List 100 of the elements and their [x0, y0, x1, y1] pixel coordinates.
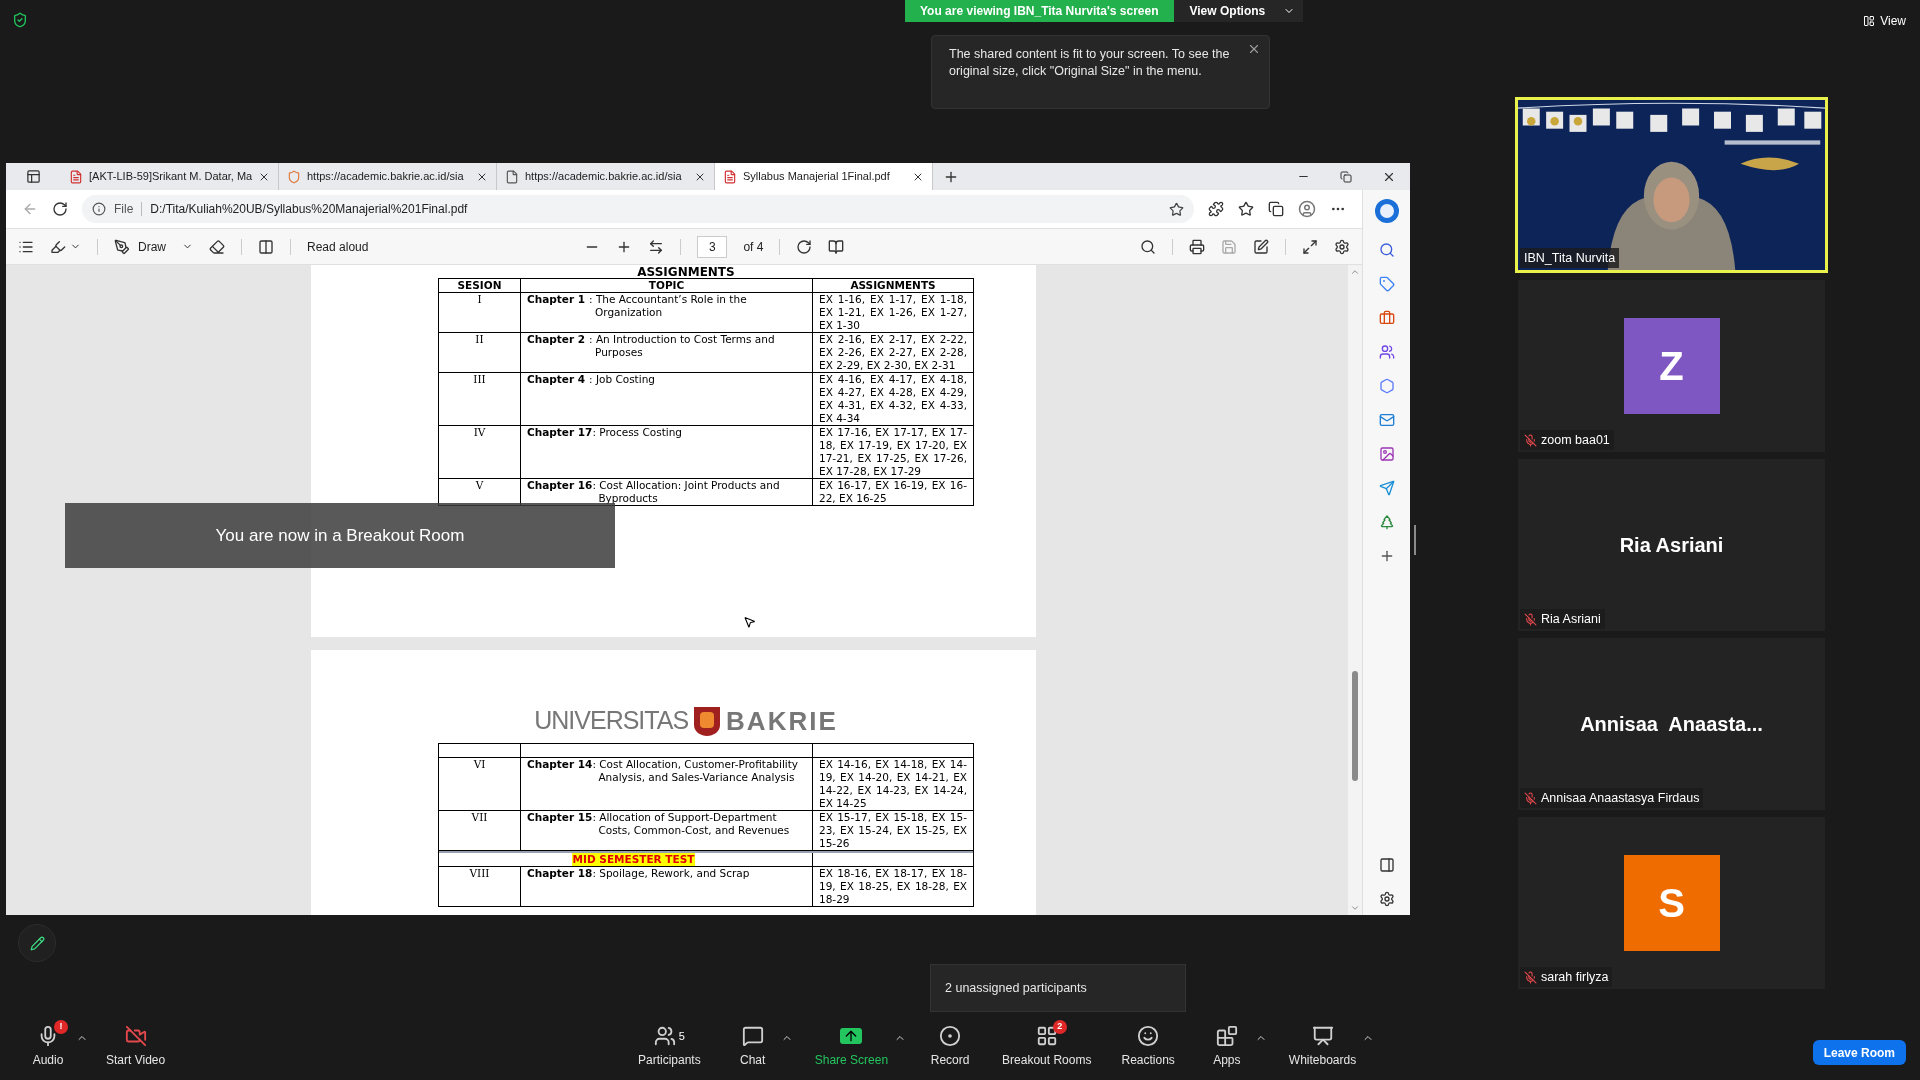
- circle-logo-icon[interactable]: [1373, 198, 1400, 224]
- table-cell: VIII: [469, 867, 490, 879]
- table-cell-text: : Spoilage, Rework, and Scrap: [592, 867, 750, 881]
- table-cell-text: : Cost Allocation: Joint Products and Byproducts: [592, 479, 781, 505]
- table-title: ASSIGNMENTS: [637, 266, 735, 278]
- column-header: ASSIGNMENTS: [850, 279, 936, 291]
- participant-name: IBN_Tita Nurvita: [1524, 249, 1616, 267]
- page-icon: [505, 169, 519, 184]
- favorites-icon[interactable]: [1238, 201, 1254, 217]
- table-cell: EX 16-17, EX 16-19, EX 16-22, EX 16-25: [819, 479, 967, 505]
- table-cell: EX 4-16, EX 4-17, EX 4-18, EX 4-27, EX 4-28, EX 4-29, EX 4-31, EX 4-32, EX 4-33, EX 4-34: [819, 373, 967, 425]
- highlighter-icon[interactable]: [50, 238, 66, 255]
- pen-icon: [114, 238, 130, 255]
- participant-name: Annisaa Anaastasya Firdaus: [1541, 789, 1700, 807]
- settings-icon[interactable]: [1378, 891, 1395, 907]
- mail-icon[interactable]: [1378, 412, 1395, 428]
- eraser-icon[interactable]: [209, 238, 225, 255]
- annotate-button[interactable]: [18, 924, 56, 962]
- toolbar-button[interactable]: Reactions: [1113, 1018, 1183, 1073]
- participant-display-name: Ria Asriani: [1619, 533, 1724, 558]
- table-cell-text: : Allocation of Support-Department Costs, Common-Cost, and Revenues: [592, 811, 791, 838]
- column-header: TOPIC: [648, 279, 685, 291]
- save-as-icon[interactable]: [1253, 238, 1269, 255]
- chapter-label: Chapter 1: [527, 293, 587, 307]
- tab-actions-icon[interactable]: [26, 169, 41, 184]
- layout-icon: [1863, 15, 1876, 27]
- toolbar-button[interactable]: 2 Breakout Rooms: [994, 1018, 1100, 1073]
- page-view-icon[interactable]: [258, 238, 274, 255]
- extensions-icon[interactable]: [1208, 201, 1224, 217]
- toolbar-button[interactable]: ! Audio: [18, 1018, 78, 1073]
- participant-count: 5: [678, 1028, 685, 1044]
- table-cell-text: : The Accountant’s Role in the Organization: [589, 293, 748, 320]
- pdf-file-icon: [723, 169, 737, 184]
- table-cell: VII: [471, 811, 488, 823]
- image-icon[interactable]: [1378, 446, 1395, 462]
- table-cell: EX 14-16, EX 14-18, EX 14-19, EX 14-20, EX 14-21, EX 14-22, EX 14-23, EX 14-24, EX 14-25: [819, 758, 967, 810]
- draw-button[interactable]: Draw: [114, 237, 166, 256]
- page-number-field[interactable]: 3: [697, 235, 728, 258]
- shield-icon: [287, 169, 301, 184]
- refresh-icon[interactable]: [52, 201, 68, 217]
- page-count: of 4: [743, 238, 764, 256]
- toolbar-button[interactable]: Apps: [1196, 1018, 1257, 1073]
- search-icon[interactable]: [1140, 238, 1156, 255]
- two-page-icon[interactable]: [828, 238, 845, 255]
- table-cell: EX 17-16, EX 17-17, EX 17-18, EX 17-19, EX 17-20, EX 17-21, EX 17-25, EX 17-26, EX 17-28, EX 17-29: [819, 426, 967, 478]
- tab-title: [AKT-LIB-59]Srikant M. Datar, Ma: [89, 169, 253, 185]
- settings-icon[interactable]: [1334, 238, 1350, 255]
- toolbar-button[interactable]: Start Video: [98, 1018, 174, 1073]
- video-off-icon: [124, 1025, 147, 1047]
- scrollbar[interactable]: [1348, 265, 1362, 915]
- people-icon[interactable]: [1378, 344, 1395, 360]
- table-cell: III: [473, 373, 486, 385]
- address-bar[interactable]: File D:/Tita/Kuliah%20UB/Syllabus%20Manajerial%201Final.pdf: [82, 195, 1194, 223]
- chapter-label: Chapter 2: [527, 333, 587, 347]
- participant-name: Ria Asriani: [1541, 610, 1601, 628]
- rotate-icon[interactable]: [796, 238, 813, 255]
- paper-plane-icon[interactable]: [1378, 480, 1395, 496]
- table-cell-text: : Job Costing: [589, 373, 655, 387]
- table-cell: II: [475, 333, 484, 345]
- pdf-file-icon: [69, 169, 83, 184]
- tag-icon[interactable]: [1378, 276, 1395, 292]
- record-icon: [939, 1025, 962, 1047]
- close-icon[interactable]: [1247, 42, 1261, 56]
- restore-icon[interactable]: [1340, 170, 1352, 183]
- view-options-button[interactable]: View Options: [1173, 0, 1304, 22]
- panel-icon[interactable]: [1378, 857, 1395, 873]
- pencil-icon: [29, 935, 45, 951]
- table-cell: EX 1-16, EX 1-17, EX 1-18, EX 1-21, EX 1-26, EX 1-27, EX 1-30: [819, 293, 967, 332]
- tab-title: https://academic.bakrie.ac.id/sia: [307, 169, 465, 185]
- participant-name: sarah firlyza: [1541, 968, 1609, 986]
- resize-handle[interactable]: [1414, 525, 1416, 555]
- security-shield-icon[interactable]: [12, 12, 28, 28]
- scrollbar-thumb[interactable]: [1352, 671, 1358, 781]
- fit-width-icon[interactable]: [648, 238, 665, 255]
- read-aloud-button[interactable]: Read aloud: [307, 237, 369, 256]
- toolbar-button[interactable]: 5 Participants: [630, 1018, 709, 1073]
- fullscreen-icon[interactable]: [1302, 238, 1318, 255]
- profile-icon[interactable]: [1298, 200, 1316, 218]
- collections-icon[interactable]: [1268, 201, 1284, 217]
- chat-icon: [741, 1025, 764, 1047]
- search-icon[interactable]: [1378, 242, 1395, 258]
- breakout-notice-text: You are now in a Breakout Room: [215, 524, 465, 547]
- address-url: D:/Tita/Kuliah%20UB/Syllabus%20Manajerial%201Final.pdf: [150, 201, 469, 218]
- leave-room-button[interactable]: Leave Room: [1812, 1040, 1906, 1065]
- tree-icon[interactable]: [1378, 514, 1395, 530]
- toolbar-button[interactable]: Share Screen: [806, 1018, 897, 1073]
- add-favorite-icon[interactable]: [1169, 201, 1184, 217]
- view-button[interactable]: View: [1863, 12, 1906, 30]
- toolbar-button[interactable]: Chat: [722, 1018, 783, 1073]
- browser-tab[interactable]: Syllabus Manajerial 1Final.pdf: [715, 163, 933, 190]
- toolbar-button[interactable]: Record: [920, 1018, 981, 1073]
- sharing-banner: You are viewing IBN_Tita Nurvita's screen: [905, 0, 1174, 22]
- print-icon[interactable]: [1189, 238, 1205, 255]
- table-cell: IV: [473, 426, 486, 438]
- column-header: SESION: [457, 279, 502, 291]
- apps-icon: [1215, 1025, 1238, 1047]
- tab-title: https://academic.bakrie.ac.id/sia: [525, 169, 683, 185]
- toolbar-button[interactable]: Whiteboards: [1280, 1018, 1365, 1073]
- briefcase-icon[interactable]: [1378, 310, 1395, 326]
- hexagon-icon[interactable]: [1378, 378, 1395, 394]
